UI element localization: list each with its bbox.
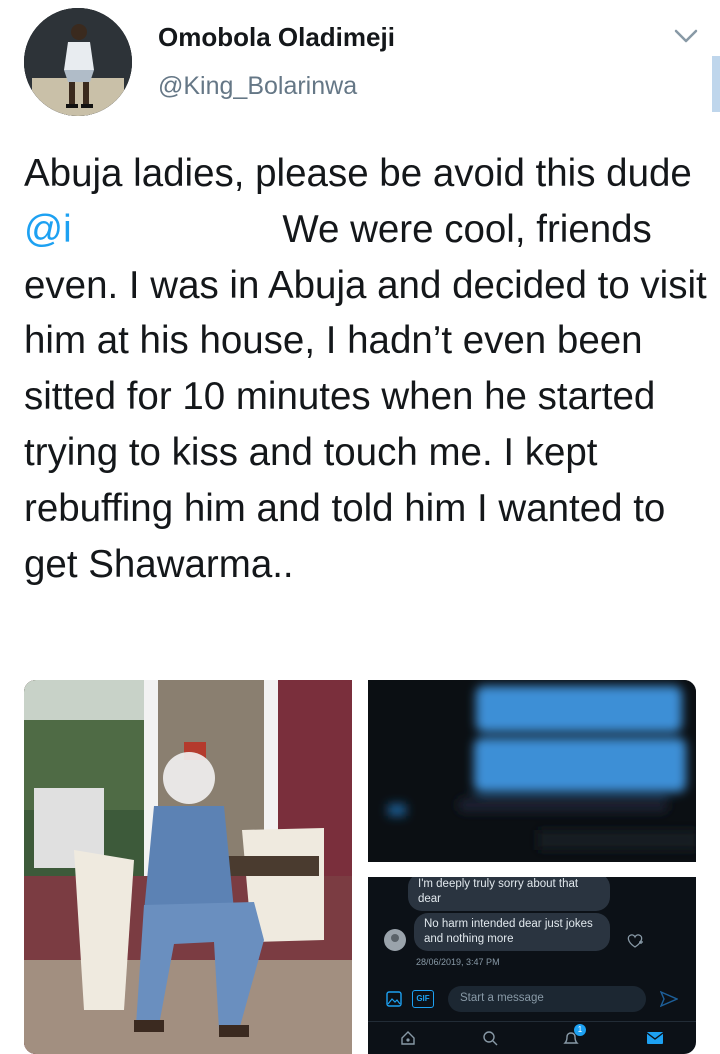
notification-badge: 1 bbox=[574, 1024, 586, 1036]
dm-message-2: No harm intended dear just jokes and not… bbox=[414, 913, 610, 951]
chevron-down-icon[interactable] bbox=[673, 26, 699, 46]
composer-placeholder: Start a message bbox=[460, 992, 544, 1004]
mention-link[interactable]: @i bbox=[24, 208, 72, 251]
photo-man-seated[interactable] bbox=[24, 680, 352, 1054]
search-icon[interactable] bbox=[482, 1030, 498, 1046]
tweet-text-after: We were cool, friends even. I was in Abu… bbox=[24, 207, 707, 586]
author-name[interactable]: Omobola Oladimeji bbox=[158, 22, 395, 53]
photo-illustration bbox=[24, 680, 352, 1054]
tweet-text-before: Abuja ladies, please be avoid this dude bbox=[24, 152, 692, 195]
message-composer[interactable]: Start a message bbox=[448, 986, 646, 1012]
dm-screenshot[interactable]: I'm deeply truly sorry about that dear N… bbox=[368, 877, 696, 1054]
author-handle[interactable]: @King_Bolarinwa bbox=[158, 72, 357, 101]
reply-icon[interactable] bbox=[626, 933, 644, 949]
dm-avatar bbox=[384, 929, 406, 951]
media-grid: I'm deeply truly sorry about that dear N… bbox=[24, 680, 696, 1054]
avatar-photo bbox=[24, 8, 132, 116]
send-icon[interactable] bbox=[660, 991, 678, 1007]
mail-icon[interactable] bbox=[646, 1031, 664, 1045]
redacted-handle bbox=[71, 217, 272, 246]
home-icon[interactable] bbox=[400, 1030, 416, 1046]
dm-screenshot-blurred[interactable] bbox=[368, 680, 696, 862]
dm-message-1: I'm deeply truly sorry about that dear bbox=[408, 877, 610, 911]
avatar[interactable] bbox=[24, 8, 132, 116]
gif-icon[interactable]: GIF bbox=[412, 990, 434, 1008]
scrollbar[interactable] bbox=[712, 56, 720, 112]
bottom-nav: 1 bbox=[368, 1021, 696, 1054]
blurred-messages bbox=[368, 680, 696, 862]
tweet-text: Abuja ladies, please be avoid this dude … bbox=[24, 146, 714, 592]
image-icon[interactable] bbox=[386, 991, 402, 1007]
dm-timestamp: 28/06/2019, 3:47 PM bbox=[416, 957, 500, 967]
